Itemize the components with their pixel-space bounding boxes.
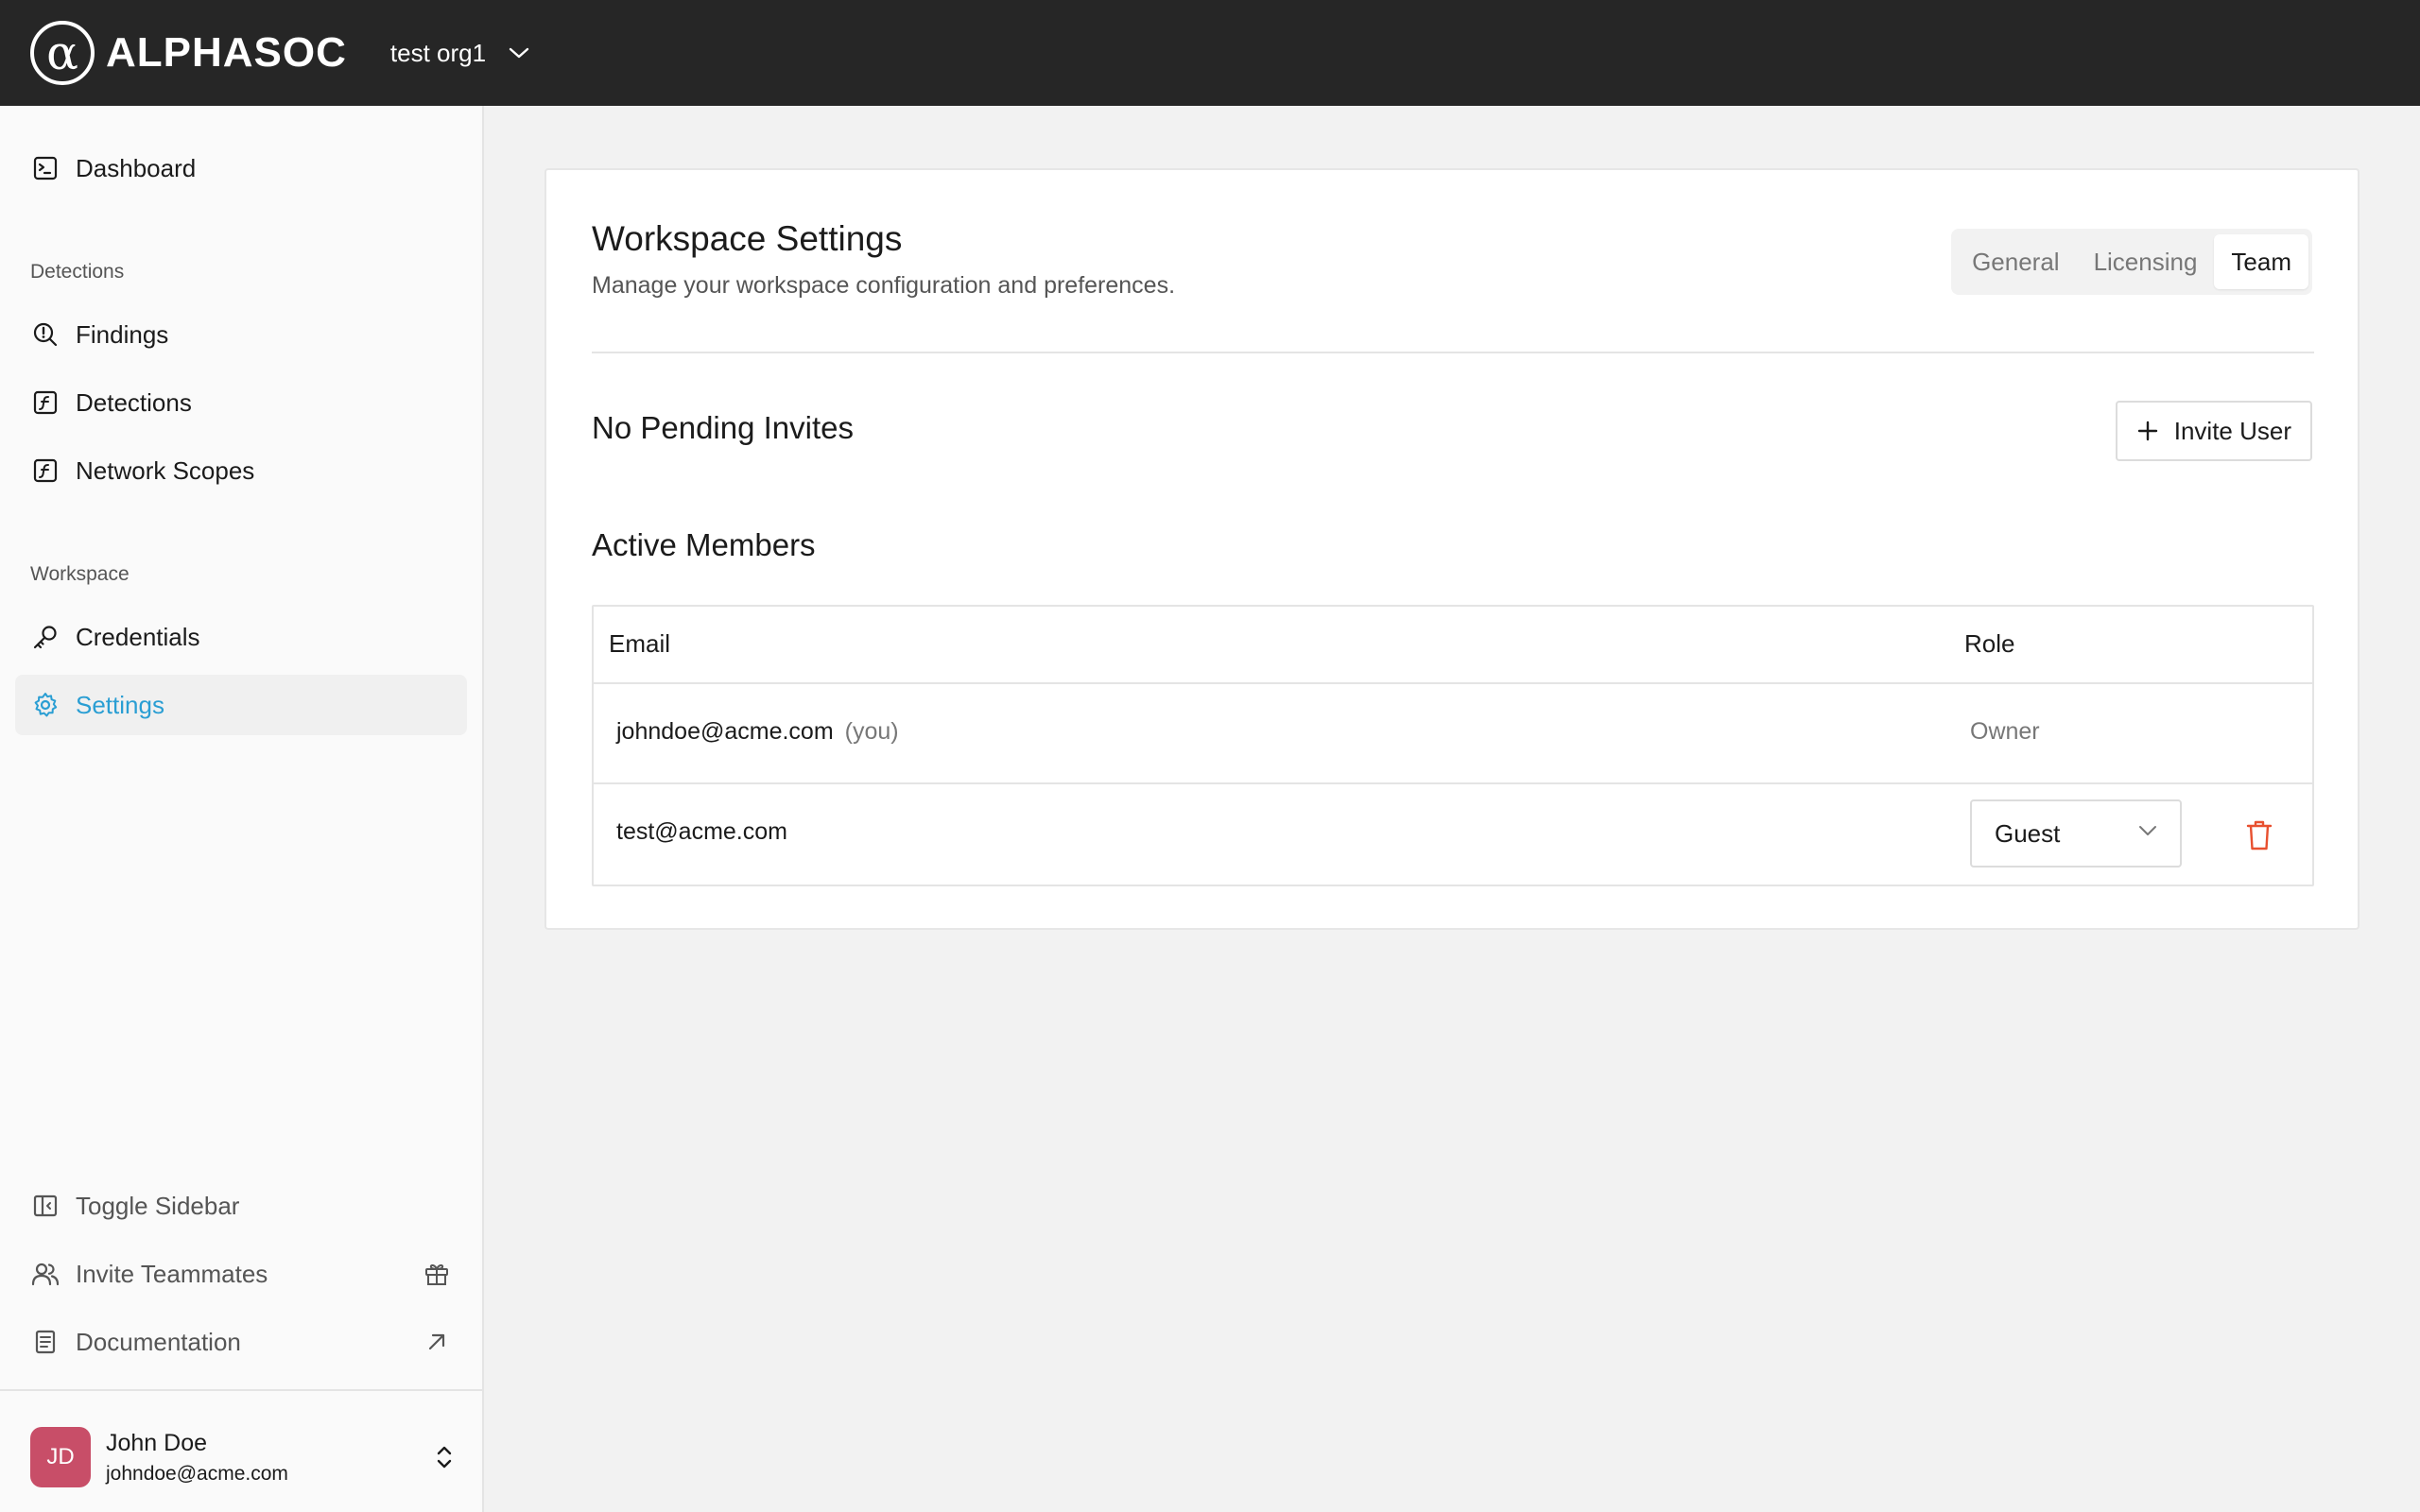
- member-role: Owner: [1970, 718, 2040, 745]
- table-row: test@acme.com Guest: [594, 784, 2312, 885]
- sidebar-toggle-icon: [30, 1191, 60, 1221]
- chevrons-up-down-icon: [433, 1442, 456, 1477]
- sidebar-item-label: Settings: [76, 690, 164, 719]
- active-members-title: Active Members: [592, 527, 816, 562]
- trash-icon[interactable]: [2242, 818, 2276, 852]
- sidebar-item-credentials[interactable]: Credentials: [15, 607, 467, 667]
- dashboard-icon: [30, 153, 60, 183]
- invite-user-button[interactable]: Invite User: [2115, 401, 2312, 461]
- sidebar-item-label: Credentials: [76, 622, 200, 651]
- chevron-down-icon: [2138, 824, 2157, 837]
- sidebar-item-label: Detections: [76, 387, 192, 417]
- user-name: John Doe: [106, 1429, 208, 1456]
- toggle-sidebar-button[interactable]: Toggle Sidebar: [15, 1176, 467, 1236]
- plus-icon: [2136, 420, 2159, 442]
- members-table: Email Role johndoe@acme.com (you) Owner t…: [592, 605, 2314, 886]
- key-icon: [30, 622, 60, 652]
- sidebar-item-network-scopes[interactable]: Network Scopes: [15, 440, 467, 501]
- pending-invites-title: No Pending Invites: [592, 410, 855, 445]
- table-row: johndoe@acme.com (you) Owner: [594, 684, 2312, 784]
- user-email: johndoe@acme.com: [106, 1462, 288, 1485]
- top-bar: α ALPHASOC test org1: [0, 0, 2420, 106]
- tab-team[interactable]: Team: [2214, 234, 2308, 289]
- document-icon: [30, 1327, 60, 1357]
- chevron-down-icon: [509, 46, 529, 60]
- logo-text: ALPHASOC: [106, 29, 347, 76]
- user-menu[interactable]: JD John Doe johndoe@acme.com: [30, 1421, 456, 1493]
- avatar: JD: [30, 1427, 91, 1487]
- card-divider: [592, 352, 2314, 353]
- users-icon: [30, 1259, 60, 1289]
- sidebar-item-label: Documentation: [76, 1327, 241, 1356]
- function-icon: [30, 455, 60, 486]
- sidebar-item-settings[interactable]: Settings: [15, 675, 467, 735]
- alphasoc-logo[interactable]: α ALPHASOC: [30, 21, 347, 85]
- sidebar-item-documentation[interactable]: Documentation: [15, 1312, 467, 1372]
- sidebar: Dashboard Detections Findings Detections…: [0, 106, 484, 1512]
- workspace-settings-card: Workspace Settings Manage your workspace…: [544, 168, 2360, 930]
- gift-icon: [422, 1259, 452, 1289]
- gear-icon: [30, 690, 60, 720]
- sidebar-item-label: Toggle Sidebar: [76, 1191, 240, 1220]
- table-header: Email Role: [594, 607, 2312, 684]
- role-select[interactable]: Guest: [1970, 799, 2182, 868]
- member-email: test@acme.com: [616, 818, 787, 846]
- sidebar-item-dashboard[interactable]: Dashboard: [15, 138, 467, 198]
- sidebar-item-label: Dashboard: [76, 153, 197, 182]
- invite-user-label: Invite User: [2173, 416, 2291, 445]
- column-header-email: Email: [609, 629, 671, 658]
- sidebar-item-label: Findings: [76, 319, 169, 349]
- sidebar-item-invite-teammates[interactable]: Invite Teammates: [15, 1244, 467, 1304]
- logo-mark: α: [30, 21, 95, 85]
- tab-licensing[interactable]: Licensing: [2077, 234, 2215, 289]
- sidebar-item-label: Invite Teammates: [76, 1259, 268, 1288]
- external-link-icon: [422, 1327, 452, 1357]
- sidebar-item-label: Network Scopes: [76, 455, 255, 485]
- function-icon: [30, 387, 60, 418]
- role-select-value: Guest: [1995, 818, 2061, 848]
- section-label-detections: Detections: [30, 261, 125, 283]
- org-name: test org1: [389, 38, 487, 67]
- section-label-workspace: Workspace: [30, 563, 130, 585]
- findings-icon: [30, 319, 60, 350]
- sidebar-item-findings[interactable]: Findings: [15, 304, 467, 365]
- page-title: Workspace Settings: [592, 219, 903, 258]
- sidebar-item-detections[interactable]: Detections: [15, 372, 467, 433]
- tab-general[interactable]: General: [1955, 234, 2077, 289]
- member-email-text: test@acme.com: [616, 818, 787, 845]
- user-info: John Doe johndoe@acme.com: [106, 1430, 288, 1486]
- settings-tabs: General Licensing Team: [1951, 229, 2312, 295]
- you-tag: (you): [844, 718, 899, 745]
- page-subtitle: Manage your workspace configuration and …: [592, 272, 1176, 299]
- member-email-text: johndoe@acme.com: [616, 718, 834, 745]
- column-header-role: Role: [1964, 629, 2015, 658]
- org-switcher[interactable]: test org1: [390, 39, 529, 68]
- member-email: johndoe@acme.com (you): [616, 718, 899, 746]
- sidebar-divider: [0, 1389, 482, 1391]
